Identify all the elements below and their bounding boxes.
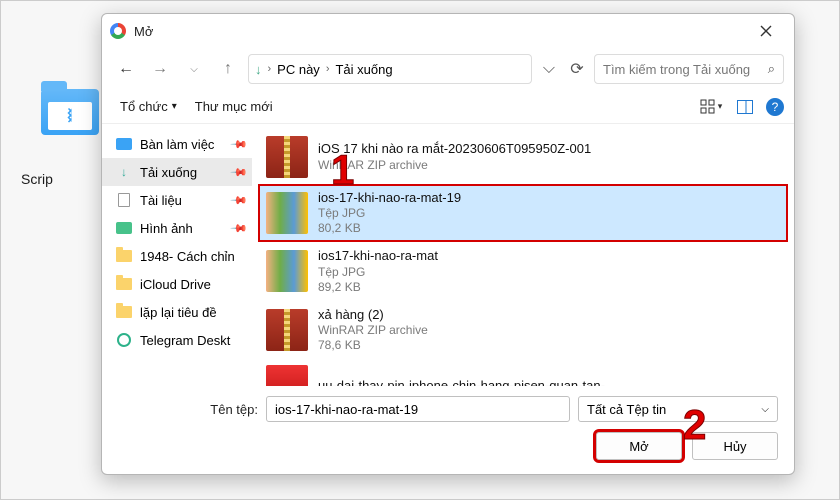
chevron-down-icon: ▾ [718, 101, 723, 112]
organize-label: Tổ chức [120, 99, 168, 114]
view-mode-button[interactable]: ▾ [698, 94, 724, 120]
organize-menu[interactable]: Tổ chức ▾ [120, 99, 177, 114]
file-row[interactable]: iOS 17 khi nào ra mắt-20230606T095950Z-0… [258, 130, 788, 184]
sidebar-item-folder[interactable]: lặp lại tiêu đề [102, 298, 252, 326]
refresh-button[interactable]: ⟳ [566, 55, 588, 83]
file-type: WinRAR ZIP archive [318, 323, 428, 338]
up-button[interactable]: ↑ [214, 55, 242, 83]
sidebar-item-documents[interactable]: Tài liệu 📌 [102, 186, 252, 214]
file-name: xả hàng (2) [318, 307, 428, 323]
downloads-icon: ↓ [255, 62, 262, 77]
sidebar: Bàn làm việc 📌 ↓ Tải xuống 📌 Tài liệu 📌 Hình… [102, 124, 252, 386]
pin-icon: 📌 [230, 219, 249, 238]
banner-thumbnail [266, 365, 308, 386]
grid-icon [700, 99, 716, 115]
breadcrumb-root[interactable]: PC này [277, 62, 320, 77]
close-button[interactable] [746, 14, 786, 48]
filename-label: Tên tệp: [118, 402, 258, 417]
filter-label: Tất cả Tệp tin [587, 402, 666, 417]
search-input[interactable]: Tìm kiếm trong Tải xuống ⌕ [594, 54, 784, 84]
sidebar-item-label: lặp lại tiêu đề [140, 305, 217, 320]
cancel-button[interactable]: Hủy [692, 432, 778, 460]
file-size: 80,2 KB [318, 221, 461, 236]
titlebar: Mở [102, 14, 794, 48]
file-list: iOS 17 khi nào ra mắt-20230606T095950Z-0… [252, 124, 794, 386]
script-icon [61, 107, 79, 125]
new-folder-button[interactable]: Thư mục mới [195, 99, 273, 114]
file-size: 78,6 KB [318, 338, 428, 353]
pin-icon: 📌 [230, 191, 249, 210]
sidebar-item-label: Tải xuống [140, 165, 197, 180]
sidebar-item-pictures[interactable]: Hình ảnh 📌 [102, 214, 252, 242]
back-button[interactable]: ← [112, 55, 140, 83]
sidebar-item-label: iCloud Drive [140, 277, 211, 292]
breadcrumb-history-dropdown[interactable]: ⌵ [538, 55, 560, 83]
close-icon [760, 25, 772, 37]
breadcrumb[interactable]: ↓ › PC này › Tải xuống [248, 54, 532, 84]
file-row[interactable]: xả hàng (2) WinRAR ZIP archive 78,6 KB [258, 301, 788, 359]
dialog-footer: Tên tệp: Tất cả Tệp tin ⌵ Mở Hủy [102, 386, 794, 474]
sidebar-item-label: Bàn làm việc [140, 137, 214, 152]
background-folder-label: Scrip [21, 171, 53, 187]
file-name: iOS 17 khi nào ra mắt-20230606T095950Z-0… [318, 141, 591, 157]
preview-icon [737, 100, 753, 114]
sidebar-item-label: Hình ảnh [140, 221, 193, 236]
sidebar-item-downloads[interactable]: ↓ Tải xuống 📌 [102, 158, 252, 186]
file-row[interactable]: ios17-khi-nao-ra-mat Tệp JPG 89,2 KB [258, 242, 788, 300]
file-row[interactable]: ios-17-khi-nao-ra-mat-19 Tệp JPG 80,2 KB [258, 184, 788, 242]
sidebar-item-label: 1948- Cách chỉn [140, 249, 235, 264]
recent-dropdown[interactable]: ⌵ [180, 55, 208, 83]
sidebar-item-folder[interactable]: 1948- Cách chỉn [102, 242, 252, 270]
nav-row: ← → ⌵ ↑ ↓ › PC này › Tải xuống ⌵ ⟳ Tìm k… [102, 48, 794, 90]
file-name: ios-17-khi-nao-ra-mat-19 [318, 190, 461, 206]
file-filter-dropdown[interactable]: Tất cả Tệp tin ⌵ [578, 396, 778, 422]
pin-icon: 📌 [230, 135, 249, 154]
help-button[interactable]: ? [766, 98, 784, 116]
file-size: 89,2 KB [318, 280, 438, 295]
downloads-icon: ↓ [116, 164, 132, 180]
chevron-right-icon: › [326, 63, 330, 75]
chevron-down-icon: ▾ [172, 101, 177, 112]
file-name: uu-dai-thay-pin-iphone-chin-hang-pisen-q… [318, 378, 618, 386]
jpg-thumbnail [266, 192, 308, 234]
file-row[interactable]: uu-dai-thay-pin-iphone-chin-hang-pisen-q… [258, 359, 788, 386]
filename-input[interactable] [266, 396, 570, 422]
chrome-icon [110, 23, 126, 39]
zip-icon [266, 309, 308, 351]
breadcrumb-current[interactable]: Tải xuống [335, 62, 392, 77]
search-icon: ⌕ [768, 61, 775, 77]
preview-pane-button[interactable] [732, 94, 758, 120]
zip-icon [266, 136, 308, 178]
dialog-title: Mở [134, 24, 153, 39]
pin-icon: 📌 [230, 163, 249, 182]
sidebar-item-desktop[interactable]: Bàn làm việc 📌 [102, 130, 252, 158]
file-type: Tệp JPG [318, 206, 461, 221]
file-type: Tệp JPG [318, 265, 438, 280]
sidebar-item-telegram[interactable]: Telegram Deskt [102, 326, 252, 354]
sidebar-item-label: Tài liệu [140, 193, 182, 208]
chevron-down-icon: ⌵ [761, 404, 769, 415]
toolbar: Tổ chức ▾ Thư mục mới ▾ ? [102, 90, 794, 124]
forward-button[interactable]: → [146, 55, 174, 83]
jpg-thumbnail [266, 250, 308, 292]
sidebar-item-folder[interactable]: iCloud Drive [102, 270, 252, 298]
file-open-dialog: Mở ← → ⌵ ↑ ↓ › PC này › Tải xuống ⌵ ⟳ Tì… [101, 13, 795, 475]
sidebar-item-label: Telegram Deskt [140, 333, 230, 348]
search-placeholder: Tìm kiếm trong Tải xuống [603, 62, 750, 77]
chevron-right-icon: › [268, 63, 272, 75]
file-name: ios17-khi-nao-ra-mat [318, 248, 438, 264]
background-folder-icon [41, 89, 99, 135]
file-type: WinRAR ZIP archive [318, 158, 591, 173]
open-button[interactable]: Mở [596, 432, 682, 460]
